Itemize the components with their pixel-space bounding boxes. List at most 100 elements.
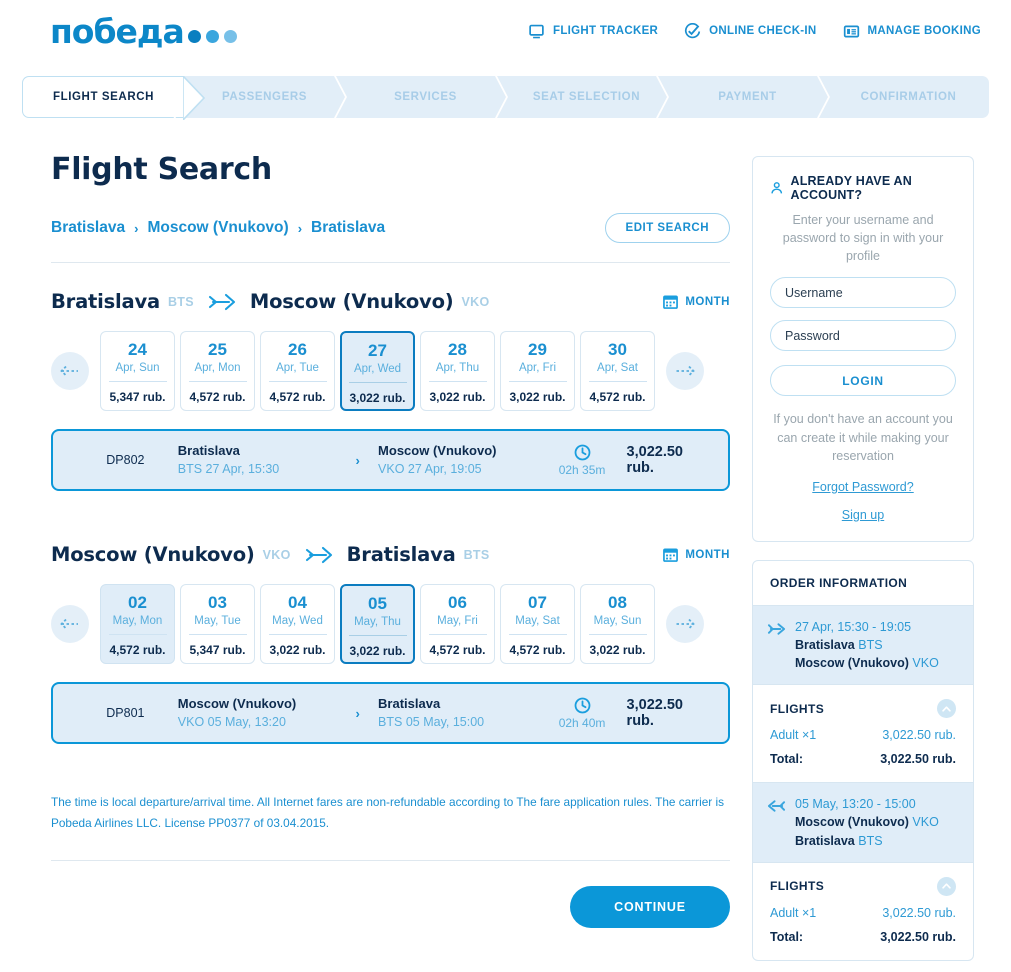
date-day: 05 xyxy=(368,594,387,613)
date-day: 26 xyxy=(288,340,307,359)
password-input[interactable] xyxy=(770,320,956,352)
breadcrumb-item-destination[interactable]: Moscow (Vnukovo) xyxy=(147,219,288,237)
date-price: 4,572 rub. xyxy=(588,380,647,404)
order-information-panel: ORDER INFORMATION 27 Apr, 15:30 - 19:05 … xyxy=(752,559,974,961)
date-card[interactable]: 02 May, Mon 4,572 rub. xyxy=(100,584,175,664)
next-dates-button[interactable] xyxy=(666,352,704,390)
flight-number: DP802 xyxy=(106,453,145,467)
order-leg-body: 05 May, 13:20 - 15:00 Moscow (Vnukovo) V… xyxy=(795,795,939,849)
inbound-month-button[interactable]: MONTH xyxy=(663,547,730,562)
date-card-selected[interactable]: 05 May, Thu 3,022 rub. xyxy=(340,584,415,664)
date-sub: May, Thu xyxy=(354,615,401,628)
order-flights-header: FLIGHTS xyxy=(770,876,956,896)
collapse-flights-button[interactable] xyxy=(937,699,956,719)
date-price: 5,347 rub. xyxy=(108,380,167,404)
fare-rules-link[interactable]: The fare application rules xyxy=(516,795,648,809)
date-card[interactable]: 04 May, Wed 3,022 rub. xyxy=(260,584,335,664)
outbound-flight-card[interactable]: DP802 Bratislava BTS 27 Apr, 15:30 › Mos… xyxy=(51,429,730,491)
forgot-password-link[interactable]: Forgot Password? xyxy=(770,480,956,494)
date-day: 25 xyxy=(208,340,227,359)
continue-row: CONTINUE xyxy=(51,886,730,929)
flight-departure: Moscow (Vnukovo) VKO 05 May, 13:20 xyxy=(178,695,337,731)
collapse-flights-button[interactable] xyxy=(937,876,956,896)
chevron-up-icon xyxy=(942,706,951,712)
date-card[interactable]: 07 May, Sat 4,572 rub. xyxy=(500,584,575,664)
departure-city: Moscow (Vnukovo) xyxy=(177,696,297,712)
next-dates-button[interactable] xyxy=(666,605,704,643)
logo-wordmark: победа xyxy=(50,11,185,51)
prev-dates-button[interactable] xyxy=(51,605,89,643)
order-flights-outbound: FLIGHTS Adult ×1 3,022.50 rub. Total: 3,… xyxy=(753,685,973,782)
flight-price: 3,022.50 rub. xyxy=(626,697,683,729)
order-leg-to-city: Bratislava xyxy=(795,833,855,848)
signup-link[interactable]: Sign up xyxy=(770,508,956,522)
step-confirmation[interactable]: CONFIRMATION xyxy=(828,76,989,118)
inbound-flight-card[interactable]: DP801 Moscow (Vnukovo) VKO 05 May, 13:20… xyxy=(51,682,730,744)
date-card[interactable]: 06 May, Fri 4,572 rub. xyxy=(420,584,495,664)
nav-manage-booking[interactable]: MANAGE BOOKING xyxy=(843,23,981,40)
arrival-details: BTS 05 May, 15:00 xyxy=(378,714,485,729)
date-day: 29 xyxy=(528,340,547,359)
arrow-left-dotted-icon xyxy=(60,618,78,630)
login-title-row: ALREADY HAVE AN ACCOUNT? xyxy=(770,174,956,202)
date-price: 3,022 rub. xyxy=(508,380,567,404)
prev-dates-button[interactable] xyxy=(51,352,89,390)
breadcrumb-item-origin[interactable]: Bratislava xyxy=(51,219,125,237)
order-leg-from-code: VKO xyxy=(912,815,939,830)
flight-number: DP801 xyxy=(106,706,145,720)
edit-search-button[interactable]: EDIT SEARCH xyxy=(604,213,730,243)
login-button[interactable]: LOGIN xyxy=(770,365,956,397)
date-price: 4,572 rub. xyxy=(188,380,247,404)
step-passengers[interactable]: PASSENGERS xyxy=(184,76,345,118)
arrow-right-dotted-icon xyxy=(676,365,695,377)
arrival-city: Bratislava xyxy=(378,696,441,712)
continue-button[interactable]: CONTINUE xyxy=(570,886,730,929)
divider xyxy=(51,262,730,263)
flight-duration: 02h 35m xyxy=(538,444,627,477)
nav-online-checkin[interactable]: ONLINE CHECK-IN xyxy=(684,22,816,40)
order-pax-price: 3,022.50 rub. xyxy=(882,905,956,920)
order-total-price: 3,022.50 rub. xyxy=(880,752,956,767)
step-seat-selection[interactable]: SEAT SELECTION xyxy=(506,76,667,118)
date-card[interactable]: 24 Apr, Sun 5,347 rub. xyxy=(100,331,175,411)
arrow-right-dotted-icon xyxy=(676,618,695,630)
date-card[interactable]: 28 Apr, Thu 3,022 rub. xyxy=(420,331,495,411)
check-circle-icon xyxy=(685,22,701,38)
date-card[interactable]: 03 May, Tue 5,347 rub. xyxy=(180,584,255,664)
monitor-icon xyxy=(529,24,544,38)
date-card[interactable]: 25 Apr, Mon 4,572 rub. xyxy=(180,331,255,411)
route-from-city: Moscow (Vnukovo) xyxy=(51,543,255,566)
divider xyxy=(51,860,730,862)
order-leg-time: 27 Apr, 15:30 - 19:05 xyxy=(795,619,912,634)
outbound-month-button[interactable]: MONTH xyxy=(663,294,730,309)
nav-flight-tracker[interactable]: FLIGHT TRACKER xyxy=(528,23,658,40)
date-card[interactable]: 08 May, Sun 3,022 rub. xyxy=(580,584,655,664)
order-information-title: ORDER INFORMATION xyxy=(770,575,908,590)
calendar-icon xyxy=(663,295,679,309)
departure-details: BTS 27 Apr, 15:30 xyxy=(177,461,280,476)
order-total-price: 3,022.50 rub. xyxy=(880,929,956,944)
order-flights-label: FLIGHTS xyxy=(770,879,825,894)
date-card[interactable]: 29 Apr, Fri 3,022 rub. xyxy=(500,331,575,411)
date-price: 4,572 rub. xyxy=(428,633,487,657)
step-services[interactable]: SERVICES xyxy=(345,76,506,118)
date-card-selected[interactable]: 27 Apr, Wed 3,022 rub. xyxy=(340,331,415,411)
date-card[interactable]: 26 Apr, Tue 4,572 rub. xyxy=(260,331,335,411)
arrival-city: Moscow (Vnukovo) xyxy=(378,443,497,459)
date-day: 04 xyxy=(288,593,307,612)
pobeda-logo[interactable]: победа xyxy=(50,15,237,48)
nav-label: FLIGHT TRACKER xyxy=(553,25,659,37)
nav-label: MANAGE BOOKING xyxy=(867,25,981,37)
breadcrumb-item-return[interactable]: Bratislava xyxy=(311,219,385,237)
airplane-icon xyxy=(305,546,332,563)
date-card[interactable]: 30 Apr, Sat 4,572 rub. xyxy=(580,331,655,411)
date-price: 4,572 rub. xyxy=(508,633,567,657)
date-day: 03 xyxy=(208,593,227,612)
id-card-icon xyxy=(843,25,859,37)
date-day: 24 xyxy=(128,340,147,359)
step-payment[interactable]: PAYMENT xyxy=(667,76,828,118)
username-input[interactable] xyxy=(770,277,956,309)
step-flight-search[interactable]: FLIGHT SEARCH xyxy=(22,76,205,120)
date-price: 3,022 rub. xyxy=(348,634,407,658)
route-to-code: VKO xyxy=(461,294,490,309)
